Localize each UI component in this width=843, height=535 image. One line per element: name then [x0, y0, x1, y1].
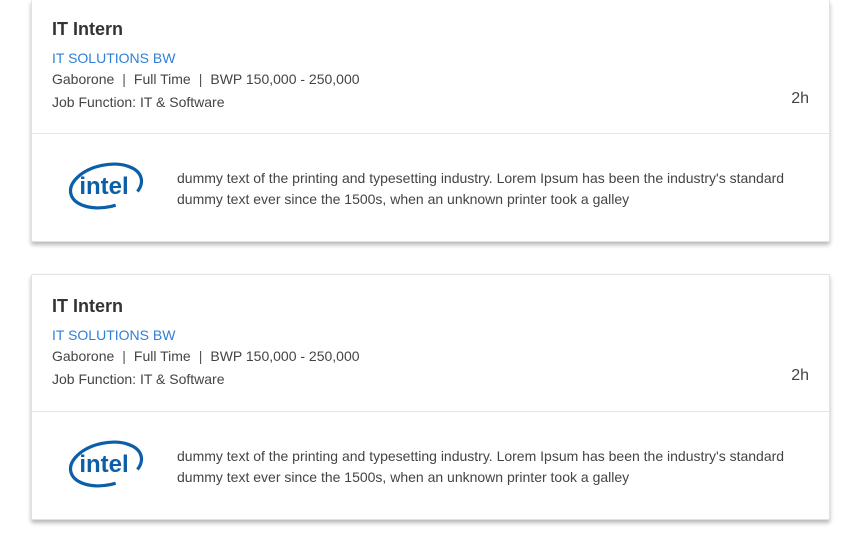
job-card[interactable]: IT Intern IT SOLUTIONS BW Gaborone | Full …: [31, 0, 830, 242]
posted-time: 2h: [791, 367, 809, 384]
company-link[interactable]: IT SOLUTIONS BW: [52, 327, 175, 343]
posted-time: 2h: [791, 90, 809, 107]
job-meta: Gaborone | Full Time | BWP 150,000 - 250,000: [52, 348, 360, 364]
salary-range: BWP 150,000 - 250,000: [210, 348, 360, 364]
job-card-header: IT Intern IT SOLUTIONS BW Gaborone | Full …: [32, 0, 829, 134]
job-function: Job Function: IT & Software: [52, 94, 225, 110]
intel-logo-icon: intel: [68, 440, 144, 488]
job-card-body: intel dummy text of the printing and typ…: [32, 412, 829, 518]
logo-text: intel: [79, 173, 128, 200]
meta-separator: |: [198, 348, 203, 364]
company-link[interactable]: IT SOLUTIONS BW: [52, 50, 175, 66]
logo-text: intel: [79, 451, 128, 478]
job-card-header: IT Intern IT SOLUTIONS BW Gaborone | Full …: [32, 275, 829, 412]
job-description: dummy text of the printing and typesetti…: [177, 448, 785, 485]
salary-range: BWP 150,000 - 250,000: [210, 71, 360, 87]
meta-separator: |: [198, 71, 203, 87]
job-title[interactable]: IT Intern: [52, 296, 123, 317]
job-location: Gaborone: [52, 71, 115, 87]
job-location: Gaborone: [52, 348, 115, 364]
employment-type: Full Time: [133, 348, 191, 364]
job-card-body: intel dummy text of the printing and typ…: [32, 134, 829, 240]
intel-logo-icon: intel: [68, 162, 144, 210]
job-meta: Gaborone | Full Time | BWP 150,000 - 250,000: [52, 71, 360, 87]
job-function: Job Function: IT & Software: [52, 371, 225, 387]
job-description: dummy text of the printing and typesetti…: [177, 170, 785, 207]
meta-separator: |: [122, 71, 126, 87]
meta-separator: |: [122, 348, 126, 364]
job-title[interactable]: IT Intern: [52, 19, 123, 40]
job-card[interactable]: IT Intern IT SOLUTIONS BW Gaborone | Full …: [31, 274, 830, 520]
employment-type: Full Time: [133, 71, 191, 87]
